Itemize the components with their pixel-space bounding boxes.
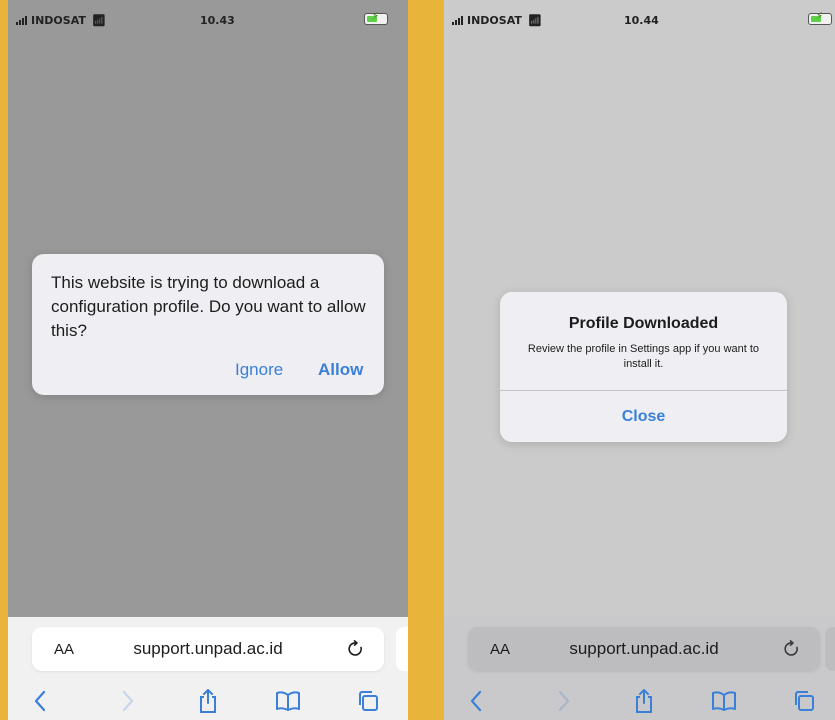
status-bar: INDOSAT 📶︎ 10.44 — [444, 0, 835, 38]
carrier-label: INDOSAT — [31, 14, 86, 27]
bookmarks-icon — [276, 691, 300, 711]
allow-button[interactable]: Allow — [318, 360, 363, 380]
signal-icon — [16, 16, 27, 25]
browser-toolbar — [444, 681, 835, 717]
back-icon — [470, 690, 482, 712]
next-tab-peek[interactable] — [825, 627, 835, 671]
alert-title: Profile Downloaded — [568, 315, 719, 332]
reload-icon[interactable] — [346, 639, 366, 659]
bookmarks-button[interactable] — [710, 687, 738, 715]
status-bar: INDOSAT 📶︎ 10.43 — [8, 0, 408, 38]
alert-message: This website is trying to download a con… — [51, 273, 366, 340]
alert-message: Review the profile in Settings app if yo… — [527, 343, 760, 370]
status-time: 10.43 — [200, 14, 235, 27]
close-button[interactable]: Close — [500, 391, 787, 442]
url-text: support.unpad.ac.id — [133, 639, 283, 658]
forward-icon — [558, 690, 570, 712]
next-tab-peek[interactable] — [396, 627, 408, 671]
wifi-icon: 📶︎ — [527, 14, 542, 27]
share-icon — [636, 689, 652, 713]
tabs-icon — [359, 691, 378, 711]
browser-toolbar — [8, 681, 408, 717]
back-button[interactable] — [462, 687, 490, 715]
address-bar[interactable]: AA support.unpad.ac.id — [32, 627, 384, 671]
tabs-button[interactable] — [354, 687, 382, 715]
safari-bottom-bar: AA support.unpad.ac.id — [444, 617, 835, 720]
bookmarks-button[interactable] — [274, 687, 302, 715]
right-phone-screen: INDOSAT 📶︎ 10.44 Profile Downloaded Revi… — [444, 0, 835, 720]
left-phone-screen: INDOSAT 📶︎ 10.43 This website is trying … — [8, 0, 408, 720]
share-button[interactable] — [194, 687, 222, 715]
download-profile-alert: This website is trying to download a con… — [32, 254, 384, 395]
url-text: support.unpad.ac.id — [569, 639, 719, 658]
forward-button[interactable] — [550, 687, 578, 715]
profile-downloaded-alert: Profile Downloaded Review the profile in… — [500, 292, 787, 442]
reload-icon[interactable] — [782, 639, 802, 659]
bookmarks-icon — [712, 691, 736, 711]
address-bar[interactable]: AA support.unpad.ac.id — [468, 627, 820, 671]
carrier-label: INDOSAT — [467, 14, 522, 27]
battery-icon — [364, 11, 388, 25]
tabs-icon — [795, 691, 814, 711]
tabs-button[interactable] — [790, 687, 818, 715]
wifi-icon: 📶︎ — [91, 14, 106, 27]
share-icon — [200, 689, 216, 713]
back-icon — [34, 690, 46, 712]
status-time: 10.44 — [624, 14, 659, 27]
back-button[interactable] — [26, 687, 54, 715]
battery-icon — [808, 11, 832, 25]
signal-icon — [452, 16, 463, 25]
forward-icon — [122, 690, 134, 712]
forward-button[interactable] — [114, 687, 142, 715]
ignore-button[interactable]: Ignore — [235, 360, 283, 380]
safari-bottom-bar: AA support.unpad.ac.id — [8, 617, 408, 720]
share-button[interactable] — [630, 687, 658, 715]
